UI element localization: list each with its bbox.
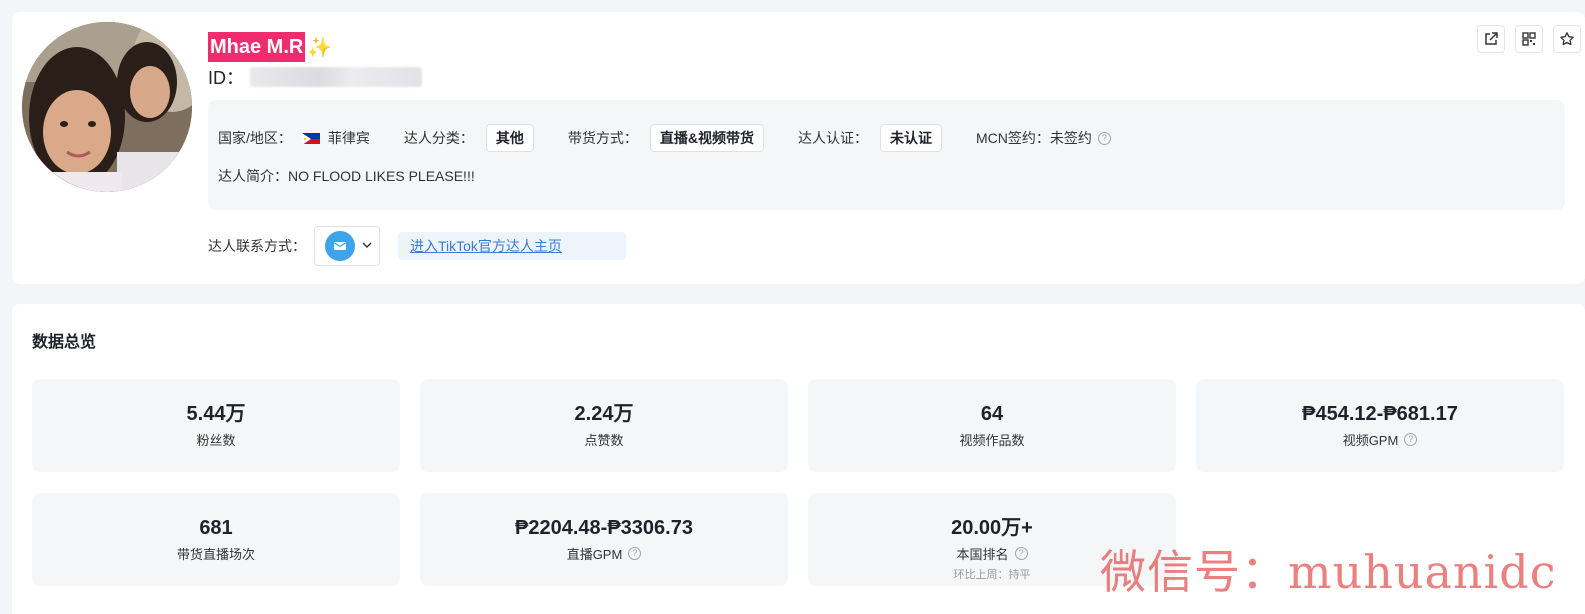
stat-videos: 64 视频作品数 (808, 379, 1176, 472)
bio-line: 达人简介：NO FLOOD LIKES PLEASE!!! (218, 166, 475, 186)
bio-label: 达人简介： (218, 168, 288, 184)
contact-row: 达人联系方式： 进入TikTok官方达人主页 (208, 226, 626, 266)
mcn-field: MCN签约： 未签约 ? (976, 128, 1111, 148)
stat-label: 带货直播场次 (176, 547, 255, 562)
stat-followers: 5.44万 粉丝数 (32, 379, 400, 472)
verify-pill: 未认证 (880, 124, 943, 152)
id-label: ID： (208, 68, 244, 88)
sales-mode-label: 带货方式： (567, 130, 638, 146)
help-icon[interactable]: ? (1404, 433, 1418, 446)
stat-value: 2.24万 (574, 403, 634, 425)
contact-label: 达人联系方式： (208, 238, 306, 254)
avatar (22, 22, 192, 192)
bio-value: NO FLOOD LIKES PLEASE!!! (288, 168, 475, 184)
id-value-redacted (250, 67, 422, 87)
chevron-down-icon (361, 238, 373, 254)
category-pill: 其他 (485, 124, 534, 152)
philippines-flag-icon (301, 132, 320, 144)
help-icon[interactable]: ? (628, 547, 642, 560)
country-value: 菲律宾 (327, 130, 370, 146)
mail-icon (325, 231, 355, 261)
country-label: 国家/地区： (218, 130, 292, 146)
country-field: 国家/地区： 菲律宾 (218, 128, 370, 148)
stat-value: ₱454.12-₱681.17 (1302, 403, 1458, 425)
mcn-label: MCN签约： (976, 130, 1050, 146)
stat-label-row: 视频GPM ? (1196, 430, 1564, 449)
stat-value: 5.44万 (186, 403, 246, 425)
tiktok-profile-link[interactable]: 进入TikTok官方达人主页 (398, 232, 626, 260)
external-link-icon[interactable] (1477, 25, 1505, 53)
stat-label: 本国排名 (956, 547, 1009, 562)
creator-name: Mhae M.R (208, 32, 306, 62)
stat-label: 视频GPM (1342, 433, 1399, 448)
overview-title: 数据总览 (32, 334, 97, 351)
id-row: ID： (208, 64, 422, 90)
watermark-text: 微信号：muhuanidc (1100, 545, 1557, 599)
stat-value: 64 (980, 403, 1004, 425)
stat-video-gpm: ₱454.12-₱681.17 视频GPM ? (1196, 379, 1564, 472)
info-box: 国家/地区： 菲律宾 达人分类： 其他 带货方式： 直播&视频带货 达人认证： … (208, 100, 1565, 210)
stat-value: ₱2204.48-₱3306.73 (515, 517, 693, 539)
help-icon[interactable]: ? (1097, 131, 1111, 145)
avatar-image (22, 22, 192, 192)
verify-label: 达人认证： (798, 130, 869, 146)
help-icon[interactable]: ? (1014, 547, 1028, 560)
stat-label: 点赞数 (584, 433, 624, 448)
stat-live-gpm: ₱2204.48-₱3306.73 直播GPM ? (420, 493, 788, 586)
verify-field: 达人认证： 未认证 (798, 124, 943, 152)
stat-value: 681 (199, 517, 233, 539)
stat-label-row: 直播GPM ? (420, 544, 788, 563)
info-line-attributes: 国家/地区： 菲律宾 达人分类： 其他 带货方式： 直播&视频带货 达人认证： … (218, 124, 1145, 152)
category-label: 达人分类： (403, 130, 474, 146)
top-actions (1477, 25, 1581, 53)
sales-mode-pill: 直播&视频带货 (649, 124, 765, 152)
contact-dropdown[interactable] (314, 226, 380, 266)
name-row: Mhae M.R ✨ (208, 32, 332, 62)
sales-mode-field: 带货方式： 直播&视频带货 (567, 124, 765, 152)
stat-label: 视频作品数 (959, 433, 1025, 448)
stat-likes: 2.24万 点赞数 (420, 379, 788, 472)
stat-label: 粉丝数 (196, 433, 236, 448)
mcn-value: 未签约 (1049, 130, 1092, 146)
stat-label: 直播GPM (566, 547, 623, 562)
stat-live-sessions: 681 带货直播场次 (32, 493, 400, 586)
qrcode-icon[interactable] (1515, 25, 1543, 53)
profile-card: Mhae M.R ✨ ID： 国家/地区： 菲律宾 达人分类： 其他 带货方式：… (12, 12, 1585, 284)
star-icon[interactable] (1553, 25, 1581, 53)
sparkle-icon: ✨ (307, 36, 333, 59)
category-field: 达人分类： 其他 (404, 124, 534, 152)
